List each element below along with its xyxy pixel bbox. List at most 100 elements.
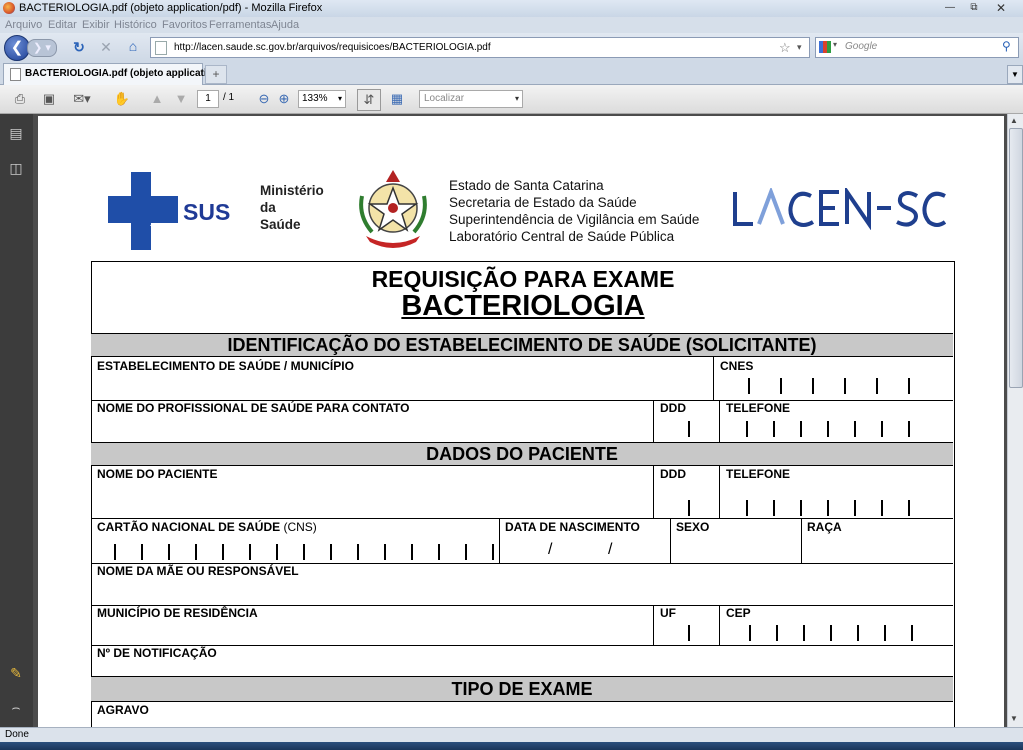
tick <box>330 544 332 560</box>
notificacao-input[interactable] <box>92 660 952 675</box>
tick <box>881 500 883 516</box>
search-engine-dropdown-icon[interactable]: ▾ <box>833 40 837 49</box>
label-nome-paciente: NOME DO PACIENTE <box>97 467 218 481</box>
tick <box>881 421 883 437</box>
lacen-sc-logo <box>733 188 946 230</box>
find-input[interactable]: Localizar ▾ <box>419 90 523 108</box>
mae-input[interactable] <box>92 578 952 604</box>
tick <box>276 544 278 560</box>
menu-editar[interactable]: Editar <box>48 19 77 31</box>
menu-ajuda[interactable]: Ajuda <box>271 19 299 31</box>
uf-cep-input[interactable] <box>654 625 953 643</box>
zoom-select[interactable]: 133% ▾ <box>298 90 346 108</box>
label-cns-abbr: (CNS) <box>283 520 317 534</box>
window-title-bar: BACTERIOLOGIA.pdf (objeto application/pd… <box>0 0 1023 17</box>
url-dropdown-icon[interactable]: ▾ <box>797 38 802 57</box>
google-icon <box>819 41 831 53</box>
tab-scroll-icon[interactable]: ▼ <box>1007 65 1023 84</box>
zoom-out-icon[interactable]: ⊖ <box>256 89 272 109</box>
tick <box>908 500 910 516</box>
comments-icon[interactable]: ✎ <box>7 665 25 683</box>
label-municipio: MUNICÍPIO DE RESIDÊNCIA <box>97 606 258 620</box>
profissional-phone-input[interactable] <box>654 421 953 441</box>
status-text: Done <box>5 729 29 740</box>
tick <box>492 544 494 560</box>
date-separator-2: / <box>608 541 613 558</box>
cnes-input[interactable] <box>714 378 953 398</box>
tick <box>780 378 782 394</box>
zoom-in-icon[interactable]: ⊕ <box>276 89 292 109</box>
tick <box>357 544 359 560</box>
tick <box>776 625 778 641</box>
next-page-icon[interactable]: ▼ <box>172 89 190 109</box>
page-number-input[interactable]: 1 <box>197 90 219 108</box>
tick <box>688 421 690 437</box>
tick <box>168 544 170 560</box>
fit-page-icon[interactable]: ▦ <box>386 89 408 109</box>
search-go-icon[interactable]: ⚲ <box>1002 39 1011 53</box>
ministry-line-1: Ministério <box>260 183 324 198</box>
bookmark-star-icon[interactable]: ☆ <box>779 38 791 57</box>
pages-icon[interactable]: ▤ <box>7 125 25 143</box>
scroll-up-icon[interactable]: ▲ <box>1010 116 1018 125</box>
fit-width-icon[interactable]: ⇵ <box>357 89 381 111</box>
menu-arquivo[interactable]: Arquivo <box>5 19 42 31</box>
restore-button[interactable]: ⧉ <box>962 1 986 15</box>
data-nascimento-input[interactable]: / / <box>500 540 670 562</box>
pdf-page: SUS Ministério da Saúde Estado de Santa … <box>38 116 1004 727</box>
tick <box>884 625 886 641</box>
share-icon[interactable]: ✉▾ <box>68 89 96 109</box>
menu-favoritos[interactable]: Favoritos <box>162 19 207 31</box>
tick <box>827 421 829 437</box>
label-cns-text: CARTÃO NACIONAL DE SAÚDE <box>97 520 281 534</box>
label-uf: UF <box>660 606 676 620</box>
tab-label: BACTERIOLOGIA.pdf (objeto applicati... <box>25 68 215 79</box>
tick <box>746 421 748 437</box>
scroll-down-icon[interactable]: ▼ <box>1010 714 1018 723</box>
os-taskbar <box>0 742 1023 750</box>
tick <box>303 544 305 560</box>
window-title: BACTERIOLOGIA.pdf (objeto application/pd… <box>19 2 323 14</box>
section-solicitante: IDENTIFICAÇÃO DO ESTABELECIMENTO DE SAÚD… <box>91 333 953 357</box>
tick <box>800 500 802 516</box>
paciente-phone-input[interactable] <box>654 500 953 518</box>
tick <box>800 421 802 437</box>
menu-exibir[interactable]: Exibir <box>82 19 110 31</box>
new-tab-button[interactable]: + <box>205 65 227 84</box>
page-total: / 1 <box>223 92 235 103</box>
hand-tool-icon[interactable]: ✋ <box>111 89 133 109</box>
menu-ferramentas[interactable]: Ferramentas <box>209 19 271 31</box>
forward-button[interactable]: ❯ ▾ <box>27 39 57 57</box>
state-line-3: Superintendência de Vigilância em Saúde <box>449 212 700 227</box>
label-notificacao: Nº DE NOTIFICAÇÃO <box>97 646 217 660</box>
print-icon[interactable]: ⎙ <box>9 89 31 109</box>
search-box[interactable]: ▾ Google ⚲ <box>815 37 1019 58</box>
close-window-button[interactable]: ✕ <box>989 1 1013 15</box>
sc-coat-of-arms-icon <box>359 170 427 248</box>
zoom-value: 133% <box>302 93 328 104</box>
tab-bacteriologia[interactable]: BACTERIOLOGIA.pdf (objeto applicati... <box>3 63 215 85</box>
tick <box>854 421 856 437</box>
date-separator-1: / <box>548 541 553 558</box>
scrollbar-thumb[interactable] <box>1009 128 1023 388</box>
label-estabelecimento: ESTABELECIMENTO DE SAÚDE / MUNICÍPIO <box>97 359 354 373</box>
cns-input[interactable] <box>98 544 498 562</box>
home-icon[interactable]: ⌂ <box>124 37 142 55</box>
divider <box>670 519 671 563</box>
tick <box>911 625 913 641</box>
reload-icon[interactable]: ↻ <box>70 38 88 56</box>
url-bar[interactable]: http://lacen.saude.sc.gov.br/arquivos/re… <box>150 37 810 58</box>
save-icon[interactable]: ▣ <box>38 89 60 109</box>
label-ddd: DDD <box>660 401 686 415</box>
minimize-button[interactable]: — <box>938 1 962 15</box>
tick <box>857 625 859 641</box>
bookmarks-icon[interactable]: ◫ <box>7 160 25 178</box>
tick <box>803 625 805 641</box>
url-text: http://lacen.saude.sc.gov.br/arquivos/re… <box>174 42 491 53</box>
state-line-1: Estado de Santa Catarina <box>449 178 604 193</box>
menu-historico[interactable]: Histórico <box>114 19 157 31</box>
previous-page-icon[interactable]: ▲ <box>148 89 166 109</box>
stop-icon[interactable]: ✕ <box>97 38 115 56</box>
state-line-2: Secretaria de Estado da Saúde <box>449 195 637 210</box>
attachment-icon[interactable]: ⌢ <box>7 699 25 717</box>
